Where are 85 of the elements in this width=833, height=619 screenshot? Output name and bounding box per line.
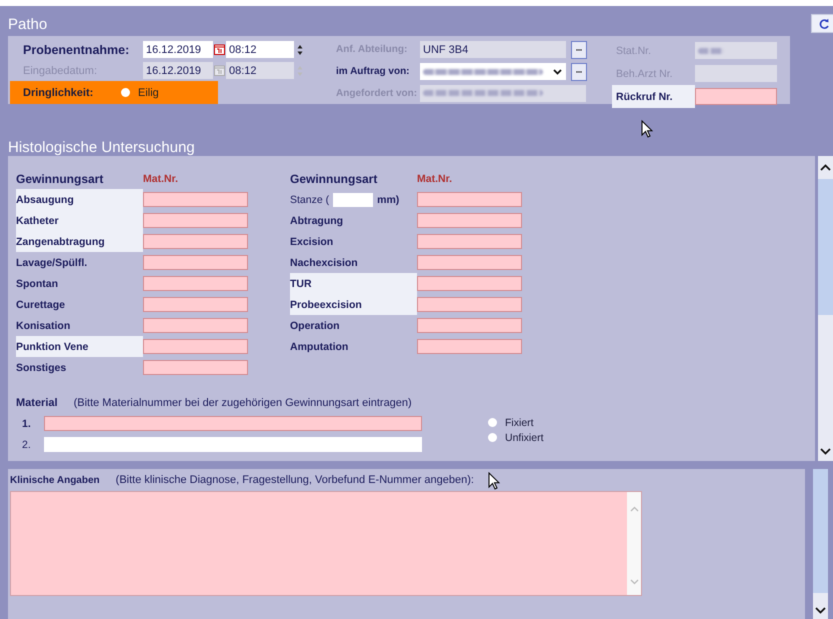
refresh-button[interactable] xyxy=(811,14,833,33)
line-number: 1. xyxy=(21,418,32,430)
field-label: Klinische Angaben xyxy=(10,474,100,486)
mat-nr-field[interactable] xyxy=(417,339,522,354)
mat-nr-field[interactable] xyxy=(143,234,248,249)
mat-nr-field[interactable] xyxy=(417,276,522,291)
material-field[interactable] xyxy=(44,416,422,431)
option-label: Unfixiert xyxy=(505,432,544,444)
mat-nr-field[interactable] xyxy=(143,276,248,291)
chevron-up-icon xyxy=(630,506,638,512)
field-label: im Auftrag von: xyxy=(336,66,411,77)
scrollbar-thumb[interactable] xyxy=(818,179,833,315)
mat-nr-field[interactable] xyxy=(143,318,248,333)
chevron-down-icon[interactable] xyxy=(820,448,831,455)
field-label: Amputation xyxy=(290,340,350,354)
mat-nr-field[interactable] xyxy=(143,255,248,270)
radio-button[interactable] xyxy=(488,433,497,442)
field-label: Probeexcision xyxy=(290,294,417,315)
column-heading: Mat.Nr. xyxy=(143,172,178,184)
field-label: Operation xyxy=(290,318,341,334)
mat-nr-field[interactable] xyxy=(143,360,248,375)
material-field[interactable] xyxy=(44,437,422,452)
option-label: Fixiert xyxy=(505,416,534,428)
clinical-text-area[interactable] xyxy=(10,491,642,596)
line-number: 2. xyxy=(21,438,32,450)
mat-nr-field[interactable] xyxy=(417,192,522,207)
field-label: Stanze ( xyxy=(290,194,330,206)
field-label: Abtragung xyxy=(290,214,344,228)
mat-nr-field[interactable] xyxy=(143,192,248,207)
scrollbar[interactable] xyxy=(813,469,828,619)
mat-nr-field[interactable] xyxy=(417,318,522,333)
chevron-up-icon[interactable] xyxy=(820,164,831,171)
field-label: Probenentnahme: xyxy=(22,42,130,56)
blurred-text xyxy=(698,48,724,54)
field-label: Excision xyxy=(290,234,334,250)
column-heading: Mat.Nr. xyxy=(417,172,452,184)
refresh-icon xyxy=(818,18,830,30)
browse-button[interactable] xyxy=(571,40,587,59)
field-label: Nachexcision xyxy=(290,256,359,270)
section-title: Histologische Untersuchung xyxy=(7,139,195,156)
option-label: Eilig xyxy=(138,86,159,98)
mouse-pointer-icon xyxy=(488,472,500,490)
field-label: Rückruf Nr. xyxy=(612,85,695,108)
column-heading: Gewinnungsart xyxy=(290,170,378,188)
mat-nr-field[interactable] xyxy=(417,234,522,249)
calendar-icon[interactable] xyxy=(214,44,225,55)
mat-nr-field[interactable] xyxy=(417,297,522,312)
field-label: Lavage/Spülfl. xyxy=(16,256,88,270)
field-label: Curettage xyxy=(16,298,66,312)
field-label: Konisation xyxy=(16,318,72,334)
mouse-pointer-icon xyxy=(641,120,653,138)
field-label: Zangenabtragung xyxy=(16,231,143,252)
field-label: Sonstiges xyxy=(16,360,68,376)
mat-nr-field[interactable] xyxy=(143,339,248,354)
field-label: Punktion Vene xyxy=(16,336,143,357)
radio-button[interactable] xyxy=(121,88,130,97)
field-label: Material xyxy=(16,397,58,409)
number-field[interactable] xyxy=(695,88,777,105)
date-field[interactable]: 16.12.2019 xyxy=(143,41,213,58)
window-title: Patho xyxy=(7,16,48,35)
browse-button[interactable] xyxy=(571,62,587,80)
chevron-down-icon xyxy=(630,579,638,585)
chevron-down-icon xyxy=(553,68,562,74)
scrollbar-thumb[interactable] xyxy=(813,469,828,593)
ellipsis-icon xyxy=(576,48,582,51)
hint-text: (Bitte Materialnummer bei der zugehörigen Gewinnungsart eintragen) xyxy=(74,397,412,409)
mat-nr-field[interactable] xyxy=(143,297,248,312)
mat-nr-field[interactable] xyxy=(143,213,248,228)
dropdown[interactable] xyxy=(420,63,566,80)
field-label: Katheter xyxy=(16,210,143,231)
mat-nr-field[interactable] xyxy=(417,213,522,228)
mat-nr-field[interactable] xyxy=(417,255,522,270)
department-field[interactable]: UNF 3B4 xyxy=(420,41,566,58)
field-label: Spontan xyxy=(16,276,59,292)
radio-button[interactable] xyxy=(488,418,497,427)
field-label: TUR xyxy=(290,273,417,294)
chevron-down-icon[interactable] xyxy=(815,607,826,614)
column-heading: Gewinnungsart xyxy=(16,170,104,188)
unit-label: mm) xyxy=(377,194,400,206)
size-field[interactable] xyxy=(333,192,374,206)
scrollbar[interactable] xyxy=(818,156,833,461)
field-label: Dringlichkeit: xyxy=(22,86,94,98)
time-field[interactable]: 08:12 xyxy=(226,41,294,58)
hint-text: (Bitte klinische Diagnose, Fragestellung, Vorbefund E-Nummer angeben): xyxy=(116,474,474,486)
field-label: Absaugung xyxy=(16,189,143,210)
